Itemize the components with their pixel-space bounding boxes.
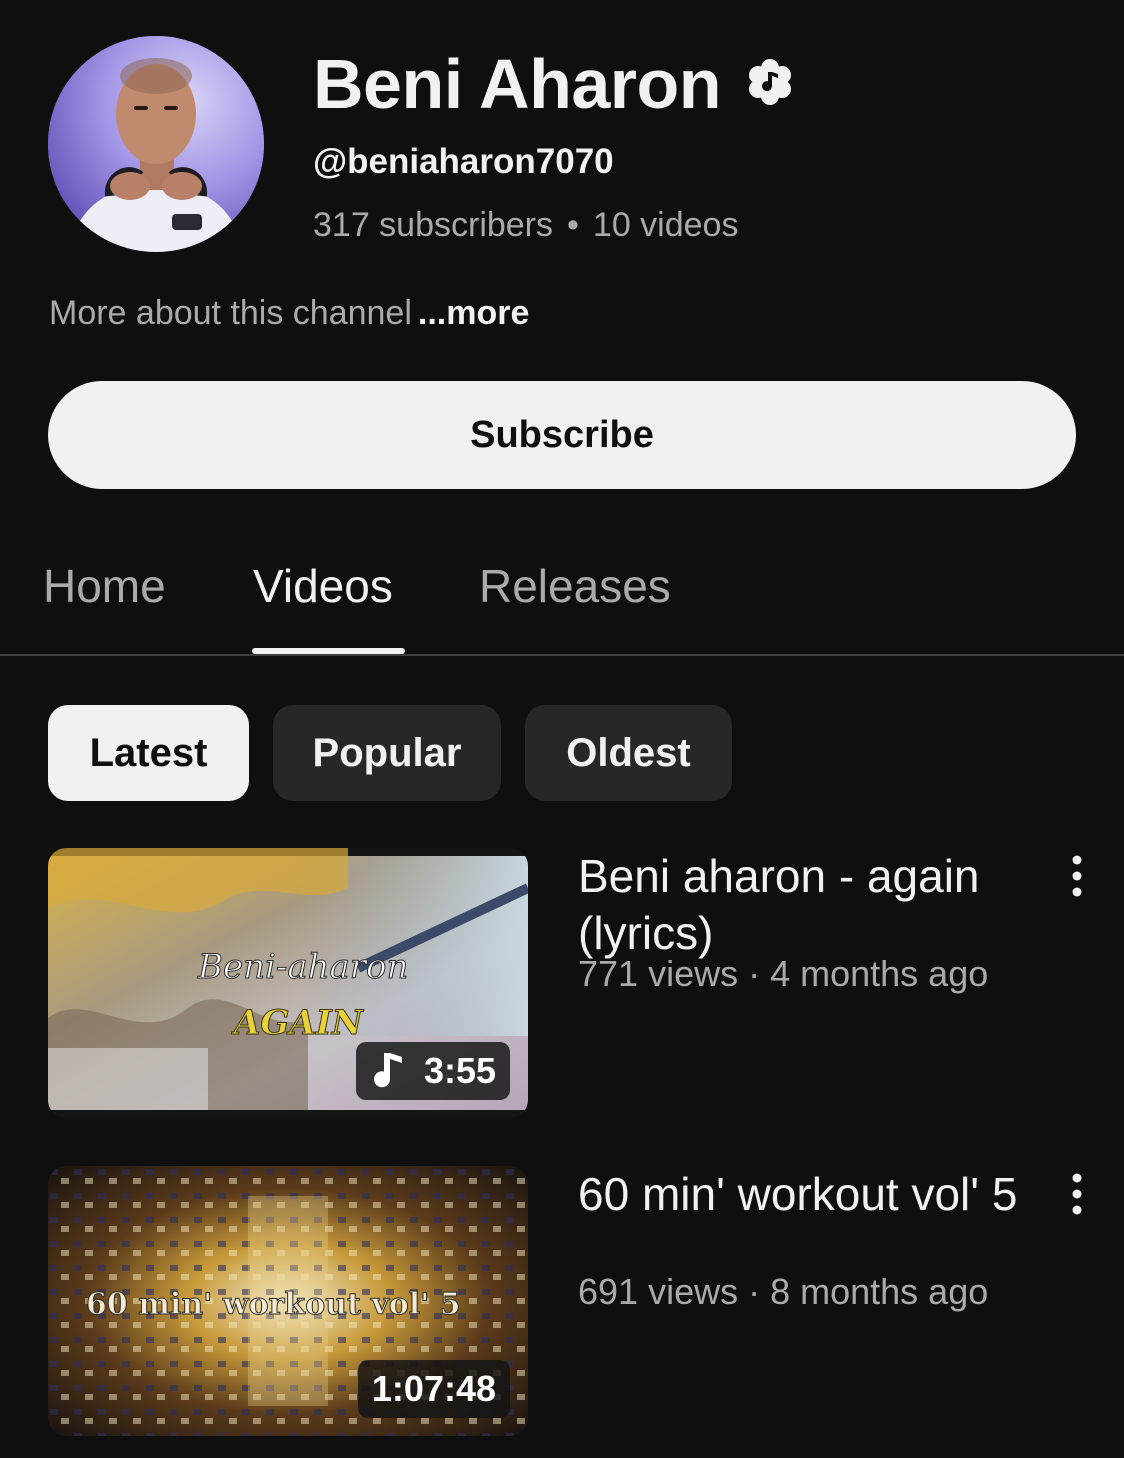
video-title[interactable]: 60 min' workout vol' 5 (578, 1166, 1018, 1223)
video-thumbnail[interactable]: 60 min' workout vol' 5 1:07:48 (48, 1166, 528, 1436)
tab-releases[interactable]: Releases (479, 558, 671, 614)
video-count: 10 videos (592, 206, 739, 244)
channel-name: Beni Aharon (313, 45, 722, 123)
video-title[interactable]: Beni aharon - again (lyrics) (578, 848, 1018, 962)
video-list-item[interactable]: 60 min' workout vol' 5 1:07:48 60 min' w… (0, 1166, 1124, 1438)
video-meta: 691 views · 8 months ago (578, 1270, 988, 1314)
active-tab-indicator (252, 648, 405, 654)
chip-popular[interactable]: Popular (273, 705, 501, 801)
channel-handle: @beniaharon7070 (313, 142, 614, 181)
channel-avatar[interactable] (48, 36, 264, 252)
verified-music-badge-icon (749, 59, 791, 105)
music-note-icon (373, 1053, 402, 1088)
more-options-icon[interactable] (1064, 1172, 1090, 1216)
chip-latest[interactable]: Latest (48, 705, 249, 801)
duration-text: 3:55 (423, 1050, 496, 1091)
subscriber-count: 317 subscribers (313, 206, 554, 244)
more-options-icon[interactable] (1064, 854, 1090, 898)
video-list-item[interactable]: Beni-aharon AGAIN 3:55 Beni aharon - aga… (0, 848, 1124, 1120)
avatar-photo (48, 36, 264, 252)
tab-videos[interactable]: Videos (253, 558, 393, 614)
duration-badge: 1:07:48 (357, 1360, 510, 1418)
tab-home[interactable]: Home (43, 558, 166, 614)
more-link[interactable]: ...more (418, 294, 529, 332)
channel-about[interactable]: More about this channel ...more (49, 293, 529, 333)
thumbnail-title-text: Beni-aharon (197, 947, 408, 987)
view-count: 691 views (578, 1271, 739, 1312)
subscribe-button[interactable]: Subscribe (48, 381, 1076, 489)
video-meta: 771 views · 4 months ago (578, 952, 988, 996)
duration-badge: 3:55 (355, 1042, 510, 1100)
chip-oldest[interactable]: Oldest (525, 705, 732, 801)
channel-tabs: Home Videos Releases (0, 530, 1124, 656)
stats-separator: • (567, 206, 579, 244)
about-text: More about this channel (49, 294, 412, 332)
view-count: 771 views (578, 953, 739, 994)
duration-text: 1:07:48 (371, 1368, 496, 1409)
upload-age: 4 months ago (770, 953, 989, 994)
channel-stats: 317 subscribers • 10 videos (313, 205, 738, 245)
video-thumbnail[interactable]: Beni-aharon AGAIN 3:55 (48, 848, 528, 1118)
upload-age: 8 months ago (770, 1271, 989, 1312)
thumbnail-subtitle-text: AGAIN (231, 1003, 365, 1043)
meta-separator: · (748, 1271, 761, 1312)
meta-separator: · (748, 953, 761, 994)
thumbnail-title-text: 60 min' workout vol' 5 (86, 1287, 461, 1322)
